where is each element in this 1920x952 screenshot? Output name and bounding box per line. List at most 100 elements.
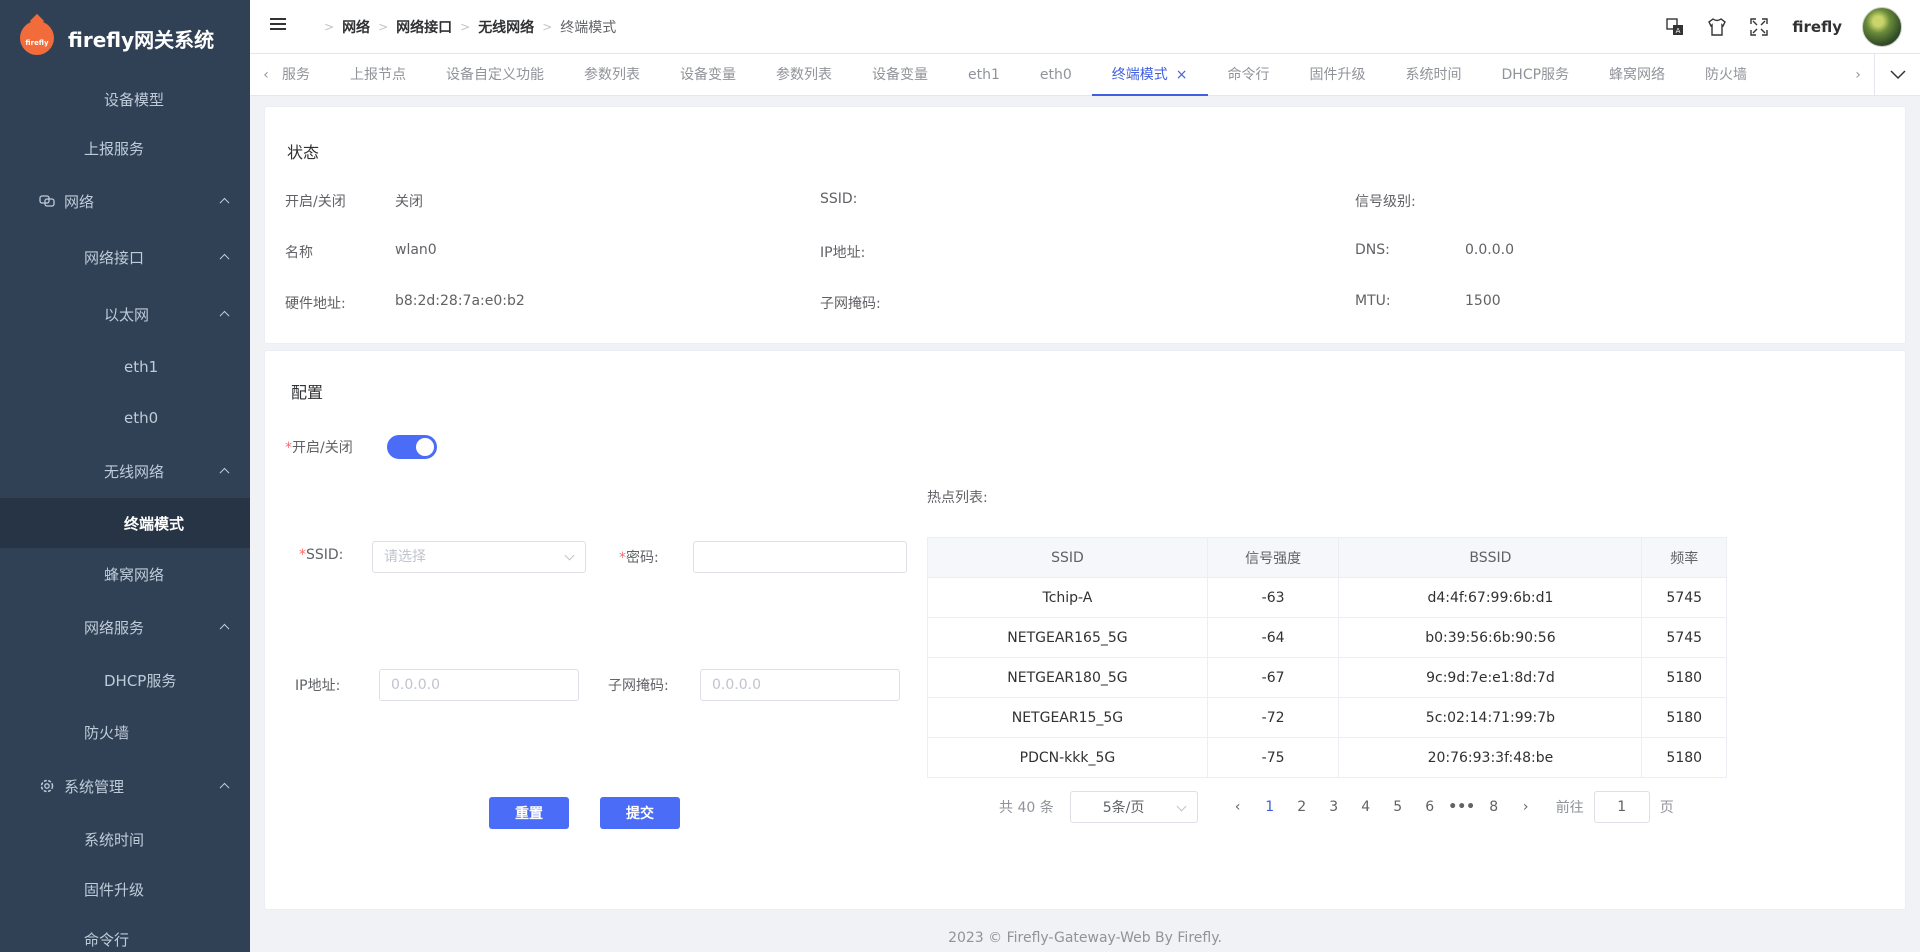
cell-bssid: 20:76:93:3f:48:be — [1338, 737, 1643, 778]
column-header-signal[interactable]: 信号强度 — [1206, 537, 1340, 578]
submit-button[interactable]: 提交 — [600, 797, 680, 829]
table-row[interactable]: NETGEAR15_5G -72 5c:02:14:71:99:7b 5180 — [927, 697, 1727, 738]
goto-label: 前往 — [1555, 800, 1584, 816]
chevron-up-icon — [219, 623, 230, 634]
sidebar-item-firmware[interactable]: 固件升级 — [0, 864, 250, 914]
cell-ssid: Tchip-A — [927, 577, 1208, 618]
cell-signal: -67 — [1206, 657, 1340, 698]
sidebar-item-system-time[interactable]: 系统时间 — [0, 814, 250, 864]
tab-firmware[interactable]: 固件升级 — [1290, 54, 1386, 96]
tab-terminal-mode[interactable]: 终端模式 × — [1091, 54, 1208, 96]
sidebar-item-wireless[interactable]: 无线网络 — [0, 444, 250, 498]
status-enable-label: 开启/关闭 — [285, 194, 346, 210]
status-title: 状态 — [287, 143, 320, 162]
prev-page-icon[interactable]: ‹ — [1222, 799, 1254, 815]
tab-device-var-2[interactable]: 设备变量 — [852, 54, 948, 96]
sidebar-item-label: 网络 — [64, 192, 95, 211]
column-header-bssid[interactable]: BSSID — [1338, 537, 1643, 578]
sidebar-item-network[interactable]: 网络 — [0, 174, 250, 228]
ip-input[interactable]: 0.0.0.0 — [379, 669, 579, 701]
tab-label: 终端模式 — [1111, 67, 1168, 83]
sidebar-item-cli[interactable]: 命令行 — [0, 914, 250, 952]
goto-page-input[interactable]: 1 — [1593, 791, 1650, 823]
sidebar-item-eth1[interactable]: eth1 — [0, 342, 250, 392]
mask-input[interactable]: 0.0.0.0 — [700, 669, 900, 701]
table-row[interactable]: NETGEAR165_5G -64 b0:39:56:6b:90:56 5745 — [927, 617, 1727, 658]
username[interactable]: firefly — [1792, 18, 1842, 36]
sidebar-item-label: 网络服务 — [84, 618, 145, 637]
chevron-down-icon — [1176, 801, 1187, 812]
sidebar-item-cellular[interactable]: 蜂窝网络 — [0, 548, 250, 600]
tab-eth1[interactable]: eth1 — [948, 54, 1020, 96]
tab-device-custom[interactable]: 设备自定义功能 — [426, 54, 564, 96]
chevron-right-icon[interactable]: › — [1848, 54, 1868, 96]
mask-placeholder: 0.0.0.0 — [712, 677, 761, 693]
status-ssid-label: SSID: — [820, 191, 858, 207]
breadcrumb-item[interactable]: 无线网络 — [478, 17, 534, 37]
page-size-select[interactable]: 5条/页 — [1069, 791, 1198, 823]
sidebar-item-network-interface[interactable]: 网络接口 — [0, 228, 250, 286]
breadcrumb-item[interactable]: 网络 — [342, 17, 370, 37]
table-row[interactable]: PDCN-kkk_5G -75 20:76:93:3f:48:be 5180 — [927, 737, 1727, 778]
tab-eth0[interactable]: eth0 — [1020, 54, 1092, 96]
menu-toggle-icon[interactable] — [270, 18, 286, 32]
page-number[interactable]: 1 — [1254, 799, 1286, 815]
page-number[interactable]: 3 — [1318, 799, 1350, 815]
table-row[interactable]: Tchip-A -63 d4:4f:67:99:6b:d1 5745 — [927, 577, 1727, 618]
avatar[interactable] — [1862, 7, 1902, 47]
sidebar: firefly firefly网关系统 设备模型 上报服务 网络 网络接口 以太… — [0, 0, 250, 952]
table-row[interactable]: NETGEAR180_5G -67 9c:9d:7e:e1:8d:7d 5180 — [927, 657, 1727, 698]
chevron-down-icon — [1889, 70, 1906, 80]
logo[interactable]: firefly firefly网关系统 — [0, 0, 250, 76]
page-size-value: 5条/页 — [1102, 800, 1145, 816]
status-dns-value: 0.0.0.0 — [1465, 242, 1514, 258]
tab-cli[interactable]: 命令行 — [1208, 54, 1290, 96]
sidebar-item-report-service[interactable]: 上报服务 — [0, 122, 250, 174]
password-input[interactable] — [693, 541, 907, 573]
column-header-ssid[interactable]: SSID — [927, 537, 1208, 578]
tab-report-node[interactable]: 上报节点 — [330, 54, 426, 96]
more-pages-icon[interactable]: ••• — [1446, 799, 1478, 815]
page-number[interactable]: 4 — [1350, 799, 1382, 815]
fullscreen-icon[interactable] — [1748, 16, 1770, 38]
reset-button[interactable]: 重置 — [489, 797, 569, 829]
close-icon[interactable]: × — [1176, 67, 1188, 83]
sidebar-item-ethernet[interactable]: 以太网 — [0, 286, 250, 342]
breadcrumb: > 网络 > 网络接口 > 无线网络 > 终端模式 — [316, 0, 616, 54]
tab-dropdown[interactable] — [1874, 54, 1920, 96]
tab-system-time[interactable]: 系统时间 — [1386, 54, 1482, 96]
translate-icon[interactable]: A — [1664, 16, 1686, 38]
theme-shirt-icon[interactable] — [1706, 16, 1728, 38]
password-label: *密码: — [619, 550, 659, 566]
tab-param-list[interactable]: 参数列表 — [564, 54, 660, 96]
ssid-select[interactable]: 请选择 — [372, 541, 586, 573]
chevron-left-icon[interactable]: ‹ — [256, 54, 276, 96]
sidebar-item-device-model[interactable]: 设备模型 — [0, 76, 250, 122]
cell-freq: 5180 — [1641, 697, 1727, 738]
enable-toggle[interactable] — [387, 435, 437, 459]
sidebar-item-network-service[interactable]: 网络服务 — [0, 600, 250, 654]
sidebar-item-dhcp[interactable]: DHCP服务 — [0, 654, 250, 706]
tab-device-var[interactable]: 设备变量 — [660, 54, 756, 96]
page-number[interactable]: 6 — [1414, 799, 1446, 815]
column-header-freq[interactable]: 频率 — [1641, 537, 1727, 578]
sidebar-item-system[interactable]: 系统管理 — [0, 758, 250, 814]
tab-param-list-2[interactable]: 参数列表 — [756, 54, 852, 96]
tab-cellular[interactable]: 蜂窝网络 — [1589, 54, 1685, 96]
next-page-icon[interactable]: › — [1510, 799, 1542, 815]
pagination-total: 共 40 条 — [999, 800, 1054, 816]
page-number[interactable]: 2 — [1286, 799, 1318, 815]
sidebar-item-terminal-mode[interactable]: 终端模式 — [0, 498, 250, 548]
sidebar-item-label: eth1 — [124, 358, 159, 376]
sidebar-item-firewall[interactable]: 防火墙 — [0, 706, 250, 758]
tab-dhcp[interactable]: DHCP服务 — [1482, 54, 1590, 96]
page-number[interactable]: 5 — [1382, 799, 1414, 815]
tab-firewall[interactable]: 防火墙 — [1685, 54, 1767, 96]
sidebar-item-eth0[interactable]: eth0 — [0, 392, 250, 444]
hotspot-table: SSID 信号强度 BSSID 频率 Tchip-A -63 d4:4f:67:… — [927, 537, 1727, 778]
table-header-row: SSID 信号强度 BSSID 频率 — [927, 537, 1727, 578]
breadcrumb-item[interactable]: 网络接口 — [396, 17, 452, 37]
tab-service[interactable]: 服务 — [276, 54, 330, 96]
cell-ssid: NETGEAR180_5G — [927, 657, 1208, 698]
page-number[interactable]: 8 — [1478, 799, 1510, 815]
